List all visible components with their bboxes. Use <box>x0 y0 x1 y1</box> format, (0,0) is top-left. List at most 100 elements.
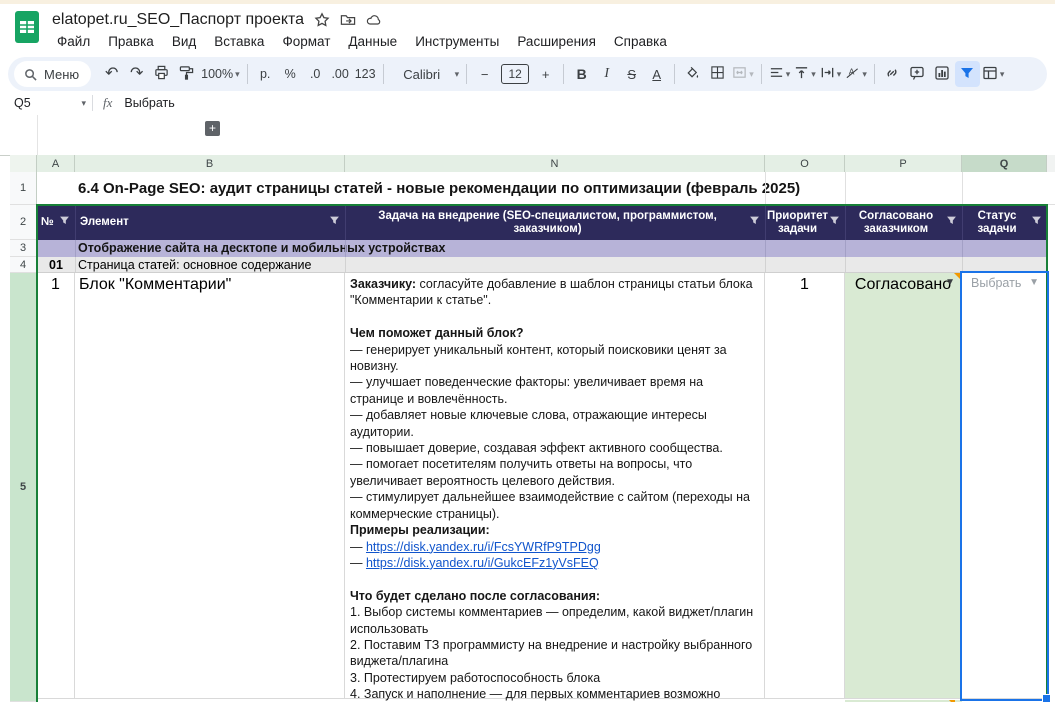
text-rotation-menu[interactable]: A▾ <box>843 61 869 87</box>
cell-B5-element[interactable]: Блок "Комментарии" <box>75 273 345 699</box>
menu-item-вид[interactable]: Вид <box>165 32 203 51</box>
currency-icon: р. <box>260 67 270 81</box>
task-paragraph: — стимулирует дальнейшее взаимодействие … <box>350 489 758 522</box>
row-header-1[interactable]: 1 <box>10 172 37 205</box>
task-paragraph: Чем поможет данный блок? <box>350 325 758 341</box>
cell-A5[interactable]: 1 <box>37 273 75 699</box>
task-paragraph: — https://disk.yandex.ru/i/GukcEFz1yVsFE… <box>350 555 758 571</box>
bold-button[interactable]: B <box>569 61 594 87</box>
menu-item-файл[interactable]: Файл <box>50 32 97 51</box>
header-cell-priority[interactable]: Приоритет задачи <box>765 205 845 240</box>
row-header-3[interactable]: 3 <box>10 240 37 257</box>
decrease-font-size-button[interactable]: − <box>472 61 497 87</box>
move-folder-icon[interactable] <box>340 12 356 28</box>
row-header-2[interactable]: 2 <box>10 205 37 240</box>
cell-O5-priority[interactable]: 1 <box>765 273 845 699</box>
decrease-decimal-button[interactable]: .0 <box>303 61 328 87</box>
toolbar-divider <box>383 64 384 84</box>
yandex-disk-link[interactable]: https://disk.yandex.ru/i/GukcEFz1yVsFEQ <box>366 556 599 570</box>
menu-item-данные[interactable]: Данные <box>341 32 404 51</box>
strikethrough-button[interactable]: S <box>619 61 644 87</box>
header-cell-approved[interactable]: Согласовано заказчиком <box>845 205 962 240</box>
menu-item-инструменты[interactable]: Инструменты <box>408 32 506 51</box>
task-text-segment: 1. Выбор системы комментариев — определи… <box>350 605 753 635</box>
dropdown-arrow-icon[interactable]: ▼ <box>1029 277 1039 288</box>
merge-cells-button[interactable]: ▾ <box>730 61 756 87</box>
menu-item-формат[interactable]: Формат <box>275 32 337 51</box>
filter-funnel-icon[interactable] <box>59 215 71 230</box>
header-cell-element[interactable]: Элемент <box>75 205 345 240</box>
undo-button[interactable]: ↶ <box>99 61 124 87</box>
fill-handle[interactable] <box>1042 694 1051 702</box>
text-color-button[interactable]: A <box>644 61 669 87</box>
search-menus-button[interactable]: Меню <box>14 61 91 87</box>
chevron-down-icon: ▾ <box>811 69 816 80</box>
task-text-segment: — <box>350 540 366 554</box>
gridline <box>75 257 76 273</box>
filter-funnel-icon[interactable] <box>329 215 341 230</box>
filter-funnel-icon[interactable] <box>946 215 958 230</box>
insert-comment-button[interactable] <box>905 61 930 87</box>
column-header-N[interactable]: N <box>345 155 765 172</box>
print-button[interactable] <box>149 61 174 87</box>
sheet-views-menu[interactable]: ▾ <box>980 61 1007 87</box>
name-box[interactable]: Q5 ▾ <box>0 96 86 110</box>
increase-font-size-button[interactable]: + <box>533 61 558 87</box>
borders-button[interactable] <box>705 61 730 87</box>
redo-icon: ↷ <box>130 66 143 82</box>
fill-color-button[interactable] <box>680 61 705 87</box>
menu-item-вставка[interactable]: Вставка <box>207 32 271 51</box>
more-formats-button[interactable]: 123 <box>353 61 378 87</box>
font-family-menu[interactable]: Calibri▾ <box>389 61 462 87</box>
horizontal-align-menu[interactable]: ▾ <box>767 61 793 87</box>
task-paragraph: Что будет сделано после согласования: <box>350 588 758 604</box>
menu-item-правка[interactable]: Правка <box>101 32 161 51</box>
row-header-5[interactable]: 5 <box>10 273 37 702</box>
header-label: № <box>37 216 59 229</box>
filter-funnel-icon[interactable] <box>1031 215 1043 230</box>
cell-N5-task-text[interactable]: Заказчику: согласуйте добавление в шабло… <box>345 273 765 699</box>
format-percent-button[interactable]: % <box>278 61 303 87</box>
filter-funnel-icon[interactable] <box>829 215 841 230</box>
menu-item-справка[interactable]: Справка <box>607 32 674 51</box>
increase-decimal-button[interactable]: .00 <box>328 61 353 87</box>
header-cell-status[interactable]: Статус задачи <box>962 205 1047 240</box>
header-cell-num[interactable]: № <box>37 205 75 240</box>
vertical-align-menu[interactable]: ▾ <box>792 61 818 87</box>
column-header-Q[interactable]: Q <box>962 155 1047 172</box>
group-row[interactable]: 01 Страница статей: основное содержание <box>37 257 1047 273</box>
note-marker <box>954 273 961 280</box>
filter-funnel-icon[interactable] <box>749 215 761 230</box>
column-header-A[interactable]: A <box>37 155 75 172</box>
redo-button[interactable]: ↷ <box>124 61 149 87</box>
create-filter-button[interactable] <box>955 61 980 87</box>
task-paragraph: — генерирует уникальный контент, который… <box>350 342 758 375</box>
formula-bar: Q5 ▾ fx Выбрать <box>0 91 1055 116</box>
column-group-expand-button[interactable]: + <box>205 121 220 136</box>
paint-format-button[interactable] <box>174 61 199 87</box>
menu-item-расширения[interactable]: Расширения <box>510 32 603 51</box>
column-header-B[interactable]: B <box>75 155 345 172</box>
italic-button[interactable]: I <box>594 61 619 87</box>
column-header-P[interactable]: P <box>845 155 962 172</box>
font-size-input[interactable]: 12 <box>501 64 529 84</box>
sheets-logo-icon[interactable] <box>14 10 40 44</box>
row-header-4[interactable]: 4 <box>10 257 37 273</box>
section-row[interactable]: Отображение сайта на десктопе и мобильны… <box>37 240 1047 257</box>
text-wrap-menu[interactable]: ▾ <box>818 61 844 87</box>
insert-chart-button[interactable] <box>930 61 955 87</box>
column-header-O[interactable]: O <box>765 155 845 172</box>
insert-link-button[interactable] <box>880 61 905 87</box>
cell-B1-title[interactable]: 6.4 On-Page SEO: аудит страницы статей -… <box>78 172 800 205</box>
header-cell-task[interactable]: Задача на внедрение (SEO-специалистом, п… <box>345 205 765 240</box>
formula-input[interactable]: Выбрать <box>124 96 174 110</box>
select-all-corner[interactable] <box>10 155 37 172</box>
cell-Q5-status-dropdown[interactable]: Выбрать ▼ <box>962 273 1047 699</box>
yandex-disk-link[interactable]: https://disk.yandex.ru/i/FcsYWRfP9TPDgg <box>366 540 601 554</box>
zoom-menu[interactable]: 100%▾ <box>199 61 242 87</box>
document-title[interactable]: elatopet.ru_SEO_Паспорт проекта <box>52 11 304 29</box>
cell-P5-approved-dropdown[interactable]: Согласовано ▼ <box>845 273 962 699</box>
format-currency-button[interactable]: р. <box>253 61 278 87</box>
chevron-down-icon: ▾ <box>837 69 842 80</box>
star-icon[interactable] <box>314 12 330 28</box>
